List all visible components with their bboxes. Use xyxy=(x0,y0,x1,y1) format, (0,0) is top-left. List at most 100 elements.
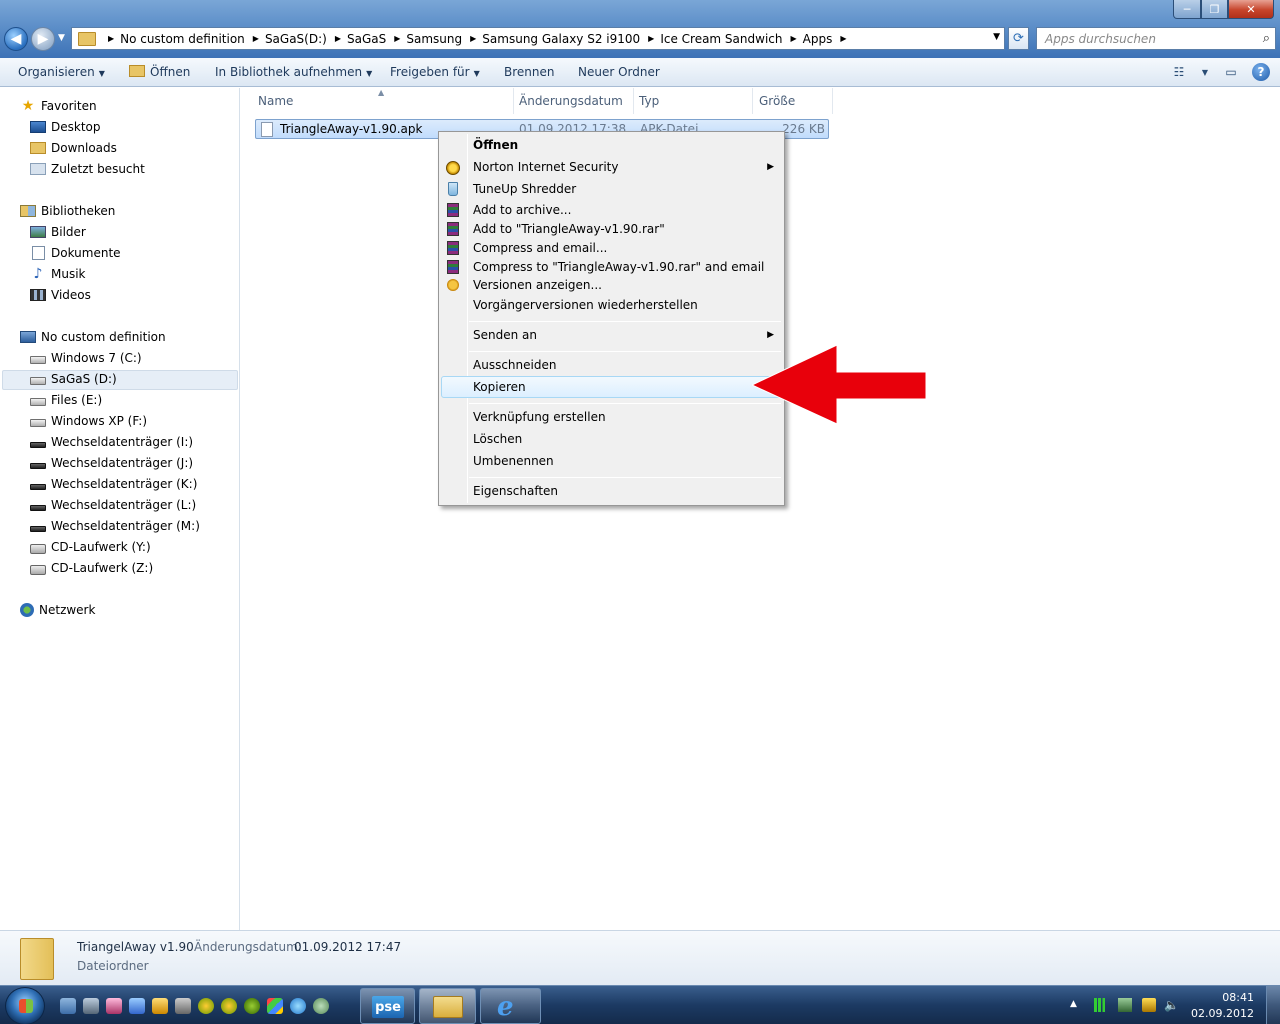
messenger-icon[interactable] xyxy=(129,998,145,1014)
task-internet-explorer[interactable]: e xyxy=(480,988,541,1024)
column-divider[interactable] xyxy=(633,88,634,114)
nav-item-drive-f[interactable]: Windows XP (F:) xyxy=(30,414,147,428)
network-status-icon[interactable] xyxy=(1118,998,1132,1012)
breadcrumb-item[interactable]: SaGaS(D:) xyxy=(265,32,327,46)
app-icon[interactable] xyxy=(221,998,237,1014)
column-divider[interactable] xyxy=(513,88,514,114)
search-icon[interactable]: ⌕ xyxy=(1263,31,1270,46)
nav-item-pictures[interactable]: Bilder xyxy=(30,225,86,239)
chevron-right-icon[interactable]: ▶ xyxy=(790,34,796,43)
breadcrumb-item[interactable]: No custom definition xyxy=(120,32,245,46)
menu-item-delete[interactable]: Löschen xyxy=(473,432,522,446)
nav-item-drive-d[interactable]: SaGaS (D:) xyxy=(30,372,117,386)
nav-item-drive-c[interactable]: Windows 7 (C:) xyxy=(30,351,142,365)
internet-explorer-icon[interactable] xyxy=(290,998,306,1014)
menu-item-show-versions[interactable]: Versionen anzeigen... xyxy=(473,278,602,292)
nav-item-recent[interactable]: Zuletzt besucht xyxy=(30,162,145,176)
column-header-type[interactable]: Typ xyxy=(639,94,659,108)
chevron-right-icon[interactable]: ▶ xyxy=(253,34,259,43)
nav-computer[interactable]: No custom definition xyxy=(20,330,166,344)
nav-item-videos[interactable]: Videos xyxy=(30,288,91,302)
volume-icon[interactable]: 🔈 xyxy=(1164,998,1179,1012)
task-photoshop-elements[interactable]: pse xyxy=(360,988,415,1024)
computer-quicklaunch-icon[interactable] xyxy=(83,998,99,1014)
menu-item-cut[interactable]: Ausschneiden xyxy=(473,358,556,372)
breadcrumb-item[interactable]: Samsung xyxy=(406,32,462,46)
chevron-right-icon[interactable]: ▶ xyxy=(394,34,400,43)
clock-time[interactable]: 08:41 xyxy=(1222,991,1254,1004)
search-input[interactable]: Apps durchsuchen ⌕ xyxy=(1036,27,1276,50)
nav-item-drive-z[interactable]: CD-Laufwerk (Z:) xyxy=(30,561,153,575)
menu-item-rename[interactable]: Umbenennen xyxy=(473,454,554,468)
menu-item-add-archive[interactable]: Add to archive... xyxy=(473,203,571,217)
nav-item-music[interactable]: ♪ Musik xyxy=(30,267,86,281)
menu-item-add-to-rar[interactable]: Add to "TriangleAway-v1.90.rar" xyxy=(473,222,665,236)
share-button[interactable]: Freigeben für ▼ xyxy=(390,65,480,79)
nav-item-drive-j[interactable]: Wechseldatenträger (J:) xyxy=(30,456,193,470)
app-icon[interactable] xyxy=(313,998,329,1014)
column-divider[interactable] xyxy=(752,88,753,114)
show-hidden-icons-icon[interactable]: ▲ xyxy=(1070,999,1077,1009)
open-button[interactable]: Öffnen xyxy=(129,65,190,79)
menu-item-open[interactable]: Öffnen xyxy=(473,138,518,152)
menu-item-compress-email[interactable]: Compress and email... xyxy=(473,241,607,255)
show-desktop-button[interactable] xyxy=(1266,986,1280,1024)
column-divider[interactable] xyxy=(832,88,833,114)
breadcrumb-item[interactable]: Samsung Galaxy S2 i9100 xyxy=(482,32,640,46)
nav-item-drive-l[interactable]: Wechseldatenträger (L:) xyxy=(30,498,196,512)
address-bar[interactable]: ▶ No custom definition ▶ SaGaS(D:) ▶ SaG… xyxy=(71,27,1005,50)
nav-item-desktop[interactable]: Desktop xyxy=(30,120,101,134)
nav-item-drive-e[interactable]: Files (E:) xyxy=(30,393,102,407)
menu-item-create-shortcut[interactable]: Verknüpfung erstellen xyxy=(473,410,606,424)
menu-item-restore-previous[interactable]: Vorgängerversionen wiederherstellen xyxy=(473,298,698,312)
refresh-button[interactable]: ⟳ xyxy=(1008,27,1029,50)
help-icon[interactable]: ? xyxy=(1252,63,1270,81)
clock-date[interactable]: 02.09.2012 xyxy=(1191,1007,1254,1020)
task-explorer[interactable] xyxy=(419,988,476,1024)
chevron-right-icon[interactable]: ▶ xyxy=(840,34,846,43)
chevron-right-icon[interactable]: ▶ xyxy=(335,34,341,43)
norton-tray-icon[interactable] xyxy=(1142,998,1156,1012)
burn-button[interactable]: Brennen xyxy=(504,65,554,79)
address-dropdown-icon[interactable]: ▼ xyxy=(993,32,1000,42)
close-button[interactable]: ✕ xyxy=(1228,0,1274,19)
nav-favorites[interactable]: ★ Favoriten xyxy=(20,99,97,113)
forward-button[interactable]: ▶ xyxy=(31,27,55,51)
column-header-size[interactable]: Größe xyxy=(759,94,795,108)
breadcrumb-item[interactable]: Ice Cream Sandwich xyxy=(660,32,782,46)
app-icon[interactable] xyxy=(198,998,214,1014)
chevron-right-icon[interactable]: ▶ xyxy=(470,34,476,43)
column-header-name[interactable]: Name xyxy=(258,94,293,108)
menu-item-send-to[interactable]: Senden an xyxy=(473,328,537,342)
tool-icon[interactable] xyxy=(152,998,168,1014)
show-desktop-icon[interactable] xyxy=(60,998,76,1014)
app-icon[interactable] xyxy=(267,998,283,1014)
organize-button[interactable]: Organisieren ▼ xyxy=(18,65,105,79)
menu-item-properties[interactable]: Eigenschaften xyxy=(473,484,558,498)
app-icon[interactable] xyxy=(244,998,260,1014)
chevron-right-icon[interactable]: ▶ xyxy=(648,34,654,43)
nav-item-drive-i[interactable]: Wechseldatenträger (I:) xyxy=(30,435,193,449)
recent-pages-dropdown[interactable]: ▼ xyxy=(58,33,65,43)
view-options-icon[interactable]: ☷ xyxy=(1170,64,1188,80)
menu-item-norton[interactable]: Norton Internet Security xyxy=(473,160,778,174)
include-library-button[interactable]: In Bibliothek aufnehmen ▼ xyxy=(215,65,372,79)
signal-icon[interactable] xyxy=(1094,998,1108,1012)
nav-item-drive-y[interactable]: CD-Laufwerk (Y:) xyxy=(30,540,151,554)
minimize-button[interactable]: ─ xyxy=(1173,0,1201,19)
nav-item-drive-m[interactable]: Wechseldatenträger (M:) xyxy=(30,519,200,533)
chevron-right-icon[interactable]: ▶ xyxy=(108,34,114,43)
start-button[interactable] xyxy=(5,987,45,1024)
menu-item-copy[interactable]: Kopieren xyxy=(473,380,526,394)
column-header-date[interactable]: Änderungsdatum xyxy=(519,94,623,108)
breadcrumb-item[interactable]: Apps xyxy=(803,32,833,46)
nav-item-downloads[interactable]: Downloads xyxy=(30,141,117,155)
breadcrumb-item[interactable]: SaGaS xyxy=(347,32,386,46)
nav-network[interactable]: Netzwerk xyxy=(20,603,95,617)
nav-item-documents[interactable]: Dokumente xyxy=(30,246,121,260)
printer-icon[interactable] xyxy=(175,998,191,1014)
preview-pane-icon[interactable]: ▭ xyxy=(1222,64,1240,80)
menu-item-compress-rar-email[interactable]: Compress to "TriangleAway-v1.90.rar" and… xyxy=(473,260,764,274)
back-button[interactable]: ◀ xyxy=(4,27,28,51)
maximize-button[interactable]: ❐ xyxy=(1201,0,1228,19)
